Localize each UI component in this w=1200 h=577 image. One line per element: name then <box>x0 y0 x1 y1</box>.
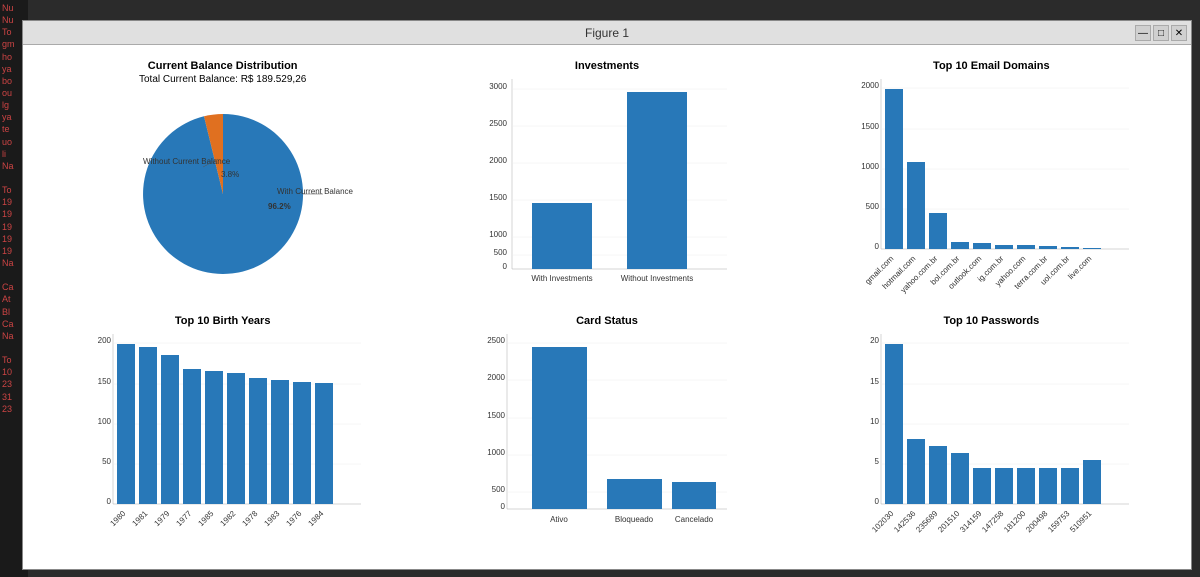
svg-text:500: 500 <box>494 248 508 257</box>
svg-text:1000: 1000 <box>489 230 507 239</box>
titlebar: Figure 1 — □ ✕ <box>23 21 1191 45</box>
svg-text:0: 0 <box>501 502 506 511</box>
pct-with-label: 96.2% <box>268 202 291 211</box>
svg-text:3000: 3000 <box>489 82 507 91</box>
email-domains-title: Top 10 Email Domains <box>933 60 1050 72</box>
svg-text:0: 0 <box>875 242 880 251</box>
svg-text:0: 0 <box>106 497 111 506</box>
bar-cancelado <box>672 482 716 509</box>
card-status-chart: Card Status 2500 2000 1500 1000 500 0 <box>417 310 796 560</box>
svg-text:live.com: live.com <box>1067 254 1094 281</box>
svg-text:1985: 1985 <box>196 508 215 527</box>
svg-text:15: 15 <box>870 377 879 386</box>
passwords-title: Top 10 Passwords <box>943 315 1039 327</box>
svg-text:235689: 235689 <box>914 508 940 534</box>
svg-text:Bloqueado: Bloqueado <box>615 515 654 524</box>
svg-text:510951: 510951 <box>1068 508 1094 534</box>
svg-text:314159: 314159 <box>958 508 984 534</box>
investments-chart: Investments 3000 2500 2000 1500 1000 500… <box>417 55 796 305</box>
svg-text:102030: 102030 <box>870 508 896 534</box>
svg-text:10: 10 <box>870 417 879 426</box>
svg-text:1980: 1980 <box>108 508 127 527</box>
svg-text:With Investments: With Investments <box>531 274 592 283</box>
svg-text:1979: 1979 <box>152 508 171 527</box>
passwords-chart: Top 10 Passwords 20 15 10 5 0 <box>802 310 1181 560</box>
svg-text:100: 100 <box>97 417 111 426</box>
svg-text:Ativo: Ativo <box>550 515 568 524</box>
bar-ativo <box>532 347 587 509</box>
svg-text:1978: 1978 <box>240 508 259 527</box>
svg-text:200498: 200498 <box>1024 508 1050 534</box>
svg-text:181200: 181200 <box>1002 508 1028 534</box>
window-title: Figure 1 <box>585 26 629 40</box>
bar-with-investments <box>532 203 592 269</box>
svg-text:159753: 159753 <box>1046 508 1072 534</box>
label-without-current: Without Current Balance <box>143 157 231 166</box>
pct-without-label: 3.8% <box>221 170 239 179</box>
minimize-button[interactable]: — <box>1135 25 1151 41</box>
birth-years-chart: Top 10 Birth Years 200 150 100 50 0 <box>33 310 412 560</box>
svg-text:0: 0 <box>875 497 880 506</box>
svg-text:1984: 1984 <box>306 508 325 527</box>
svg-text:Without Investments: Without Investments <box>621 274 693 283</box>
close-button[interactable]: ✕ <box>1171 25 1187 41</box>
svg-text:200: 200 <box>97 336 111 345</box>
maximize-button[interactable]: □ <box>1153 25 1169 41</box>
svg-text:201510: 201510 <box>936 508 962 534</box>
charts-content: Current Balance Distribution Total Curre… <box>23 45 1191 569</box>
svg-text:2500: 2500 <box>489 119 507 128</box>
svg-text:1981: 1981 <box>130 508 149 527</box>
balance-distribution-chart: Current Balance Distribution Total Curre… <box>33 55 412 305</box>
balance-distribution-title: Current Balance Distribution <box>148 60 298 72</box>
label-with-current: With Current Balance <box>277 187 354 196</box>
svg-text:1976: 1976 <box>284 508 303 527</box>
email-domains-chart: Top 10 Email Domains 2000 1500 1000 500 … <box>802 55 1181 305</box>
svg-text:Cancelado: Cancelado <box>675 515 714 524</box>
svg-text:1983: 1983 <box>262 508 281 527</box>
figure-window: Figure 1 — □ ✕ Current Balance Distribut… <box>22 20 1192 570</box>
svg-text:2000: 2000 <box>489 156 507 165</box>
svg-text:1000: 1000 <box>862 162 880 171</box>
svg-text:500: 500 <box>866 202 880 211</box>
bar-bloqueado <box>607 479 662 509</box>
svg-text:2000: 2000 <box>487 373 505 382</box>
investments-title: Investments <box>575 60 639 72</box>
card-status-title: Card Status <box>576 315 638 327</box>
window-controls: — □ ✕ <box>1135 25 1187 41</box>
svg-text:5: 5 <box>875 457 880 466</box>
svg-text:1500: 1500 <box>489 193 507 202</box>
balance-distribution-subtitle: Total Current Balance: R$ 189.529,26 <box>139 74 306 85</box>
birth-years-title: Top 10 Birth Years <box>175 315 271 327</box>
svg-text:1000: 1000 <box>487 448 505 457</box>
svg-text:500: 500 <box>492 485 506 494</box>
bar-without-investments <box>627 92 687 269</box>
svg-text:1500: 1500 <box>862 122 880 131</box>
svg-text:2500: 2500 <box>487 336 505 345</box>
svg-text:1500: 1500 <box>487 411 505 420</box>
svg-text:1977: 1977 <box>174 508 193 527</box>
svg-text:50: 50 <box>102 457 111 466</box>
svg-text:2000: 2000 <box>862 81 880 90</box>
svg-text:147258: 147258 <box>980 508 1006 534</box>
svg-text:150: 150 <box>97 377 111 386</box>
svg-text:1982: 1982 <box>218 508 237 527</box>
svg-text:20: 20 <box>870 336 879 345</box>
svg-text:0: 0 <box>503 262 508 271</box>
svg-text:142536: 142536 <box>892 508 918 534</box>
